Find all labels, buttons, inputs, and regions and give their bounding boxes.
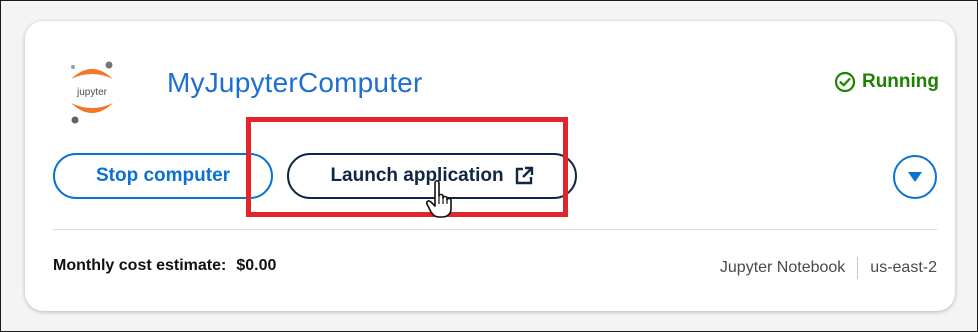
caret-down-icon (908, 172, 922, 182)
hand-pointer-icon (426, 179, 452, 218)
instance-meta: Jupyter Notebook us-east-2 (720, 257, 937, 279)
status-text: Running (861, 71, 939, 92)
screenshot-frame: jupyter MyJupyterComputer Running Stop c… (0, 0, 978, 332)
card-divider (53, 229, 937, 230)
cost-label: Monthly cost estimate: (53, 257, 227, 274)
stop-computer-label: Stop computer (95, 165, 231, 186)
region-name: us-east-2 (870, 259, 937, 276)
cost-value: $0.00 (236, 257, 277, 274)
instance-name-link[interactable]: MyJupyterComputer (167, 67, 422, 99)
logo-text: jupyter (76, 87, 108, 98)
monthly-cost: Monthly cost estimate: $0.00 (53, 257, 276, 275)
stop-computer-button[interactable]: Stop computer (53, 153, 273, 199)
blueprint-name: Jupyter Notebook (719, 259, 846, 276)
status-indicator: Running (834, 71, 939, 93)
meta-separator (857, 257, 859, 279)
highlight-box (246, 117, 568, 217)
jupyter-logo-icon: jupyter (71, 61, 113, 124)
expand-details-button[interactable] (893, 155, 937, 199)
check-circle-icon (834, 71, 856, 93)
